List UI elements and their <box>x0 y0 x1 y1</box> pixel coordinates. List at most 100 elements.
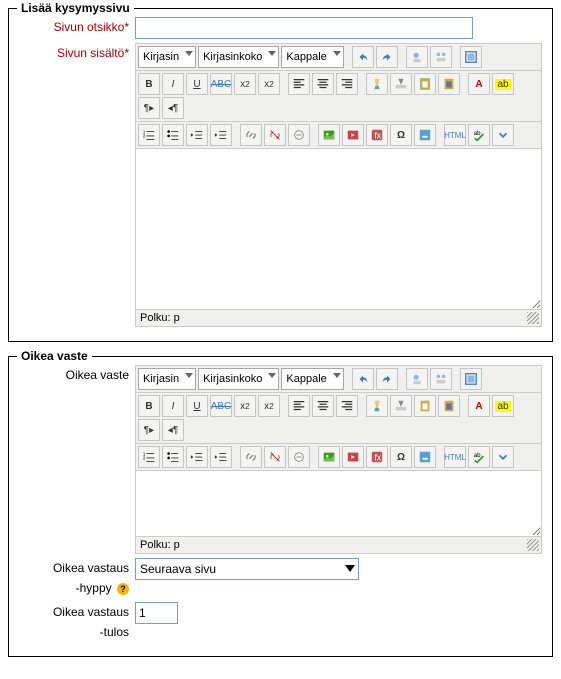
ordered-list-icon[interactable]: 12 <box>138 446 160 468</box>
font-family-select-2[interactable]: Kirjasin <box>138 368 196 390</box>
nbsp-icon[interactable] <box>414 446 436 468</box>
unlink-icon[interactable] <box>264 446 286 468</box>
bold-icon[interactable]: B <box>138 395 160 417</box>
label-score: Oikea vastaus -tulos <box>19 602 135 642</box>
more-icon[interactable] <box>492 446 514 468</box>
remove-format-icon[interactable] <box>390 395 412 417</box>
find-icon[interactable] <box>406 368 428 390</box>
paste-word-icon[interactable] <box>438 73 460 95</box>
indent-icon[interactable] <box>210 446 232 468</box>
align-right-icon[interactable] <box>336 73 358 95</box>
redo-icon[interactable] <box>376 368 398 390</box>
unlink-icon[interactable] <box>264 124 286 146</box>
help-icon[interactable]: ? <box>117 583 129 595</box>
outdent-icon[interactable] <box>186 124 208 146</box>
font-family-select[interactable]: Kirjasin <box>138 46 196 68</box>
rtl-icon[interactable]: ◂¶ <box>162 419 184 441</box>
replace-icon[interactable] <box>430 368 452 390</box>
paragraph-select-2[interactable]: Kappale <box>281 368 343 390</box>
cleanup-icon[interactable] <box>366 73 388 95</box>
score-input[interactable] <box>135 602 178 624</box>
equation-icon[interactable]: fx <box>366 124 388 146</box>
html-icon[interactable]: HTML <box>444 446 466 468</box>
image-icon[interactable] <box>318 446 340 468</box>
superscript-icon[interactable]: x2 <box>258 395 280 417</box>
autolink-icon[interactable] <box>288 446 310 468</box>
text-color-icon[interactable]: A <box>468 73 490 95</box>
nbsp-icon[interactable] <box>414 124 436 146</box>
italic-icon[interactable]: I <box>162 73 184 95</box>
char-icon[interactable]: Ω <box>390 446 412 468</box>
paragraph-select[interactable]: Kappale <box>281 46 343 68</box>
bold-icon[interactable]: B <box>138 73 160 95</box>
svg-text:fx: fx <box>374 131 381 141</box>
image-icon[interactable] <box>318 124 340 146</box>
paste-text-icon[interactable] <box>414 73 436 95</box>
toolbar-row3: 12 fx Ω HTML ab <box>135 121 542 148</box>
align-right-icon[interactable] <box>336 395 358 417</box>
undo-icon[interactable] <box>352 46 374 68</box>
align-center-icon[interactable] <box>312 73 334 95</box>
link-icon[interactable] <box>240 124 262 146</box>
content-editor-area[interactable] <box>135 148 542 310</box>
more-icon[interactable] <box>492 124 514 146</box>
superscript-icon[interactable]: x2 <box>258 73 280 95</box>
subscript-icon[interactable]: x2 <box>234 73 256 95</box>
response-editor-area[interactable] <box>135 470 542 537</box>
redo-icon[interactable] <box>376 46 398 68</box>
equation-icon[interactable]: fx <box>366 446 388 468</box>
text-color-icon[interactable]: A <box>468 395 490 417</box>
outdent-icon[interactable] <box>186 446 208 468</box>
unordered-list-icon[interactable] <box>162 124 184 146</box>
editor-response: Kirjasin Kirjasinkoko Kappale B I U ABC … <box>135 365 542 554</box>
ordered-list-icon[interactable]: 12 <box>138 124 160 146</box>
spell-icon[interactable]: ab <box>468 446 490 468</box>
jump-select[interactable]: Seuraava sivu <box>135 558 359 580</box>
media-icon[interactable] <box>342 446 364 468</box>
bg-color-icon[interactable]: ab <box>492 395 514 417</box>
fullscreen-icon[interactable] <box>460 368 482 390</box>
ltr-icon[interactable]: ¶▸ <box>138 97 160 119</box>
underline-icon[interactable]: U <box>186 395 208 417</box>
svg-text:ab: ab <box>474 452 481 459</box>
resize-grip-icon[interactable] <box>527 539 539 551</box>
link-icon[interactable] <box>240 446 262 468</box>
remove-format-icon[interactable] <box>390 73 412 95</box>
unordered-list-icon[interactable] <box>162 446 184 468</box>
subscript-icon[interactable]: x2 <box>234 395 256 417</box>
html-icon[interactable]: HTML <box>444 124 466 146</box>
toolbar-row1: Kirjasin Kirjasinkoko Kappale <box>135 43 542 70</box>
underline-icon[interactable]: U <box>186 73 208 95</box>
resize-grip-icon[interactable] <box>527 312 539 324</box>
input-page-title[interactable] <box>135 17 473 39</box>
fullscreen-icon[interactable] <box>460 46 482 68</box>
label-response: Oikea vaste <box>19 365 135 385</box>
media-icon[interactable] <box>342 124 364 146</box>
autolink-icon[interactable] <box>288 124 310 146</box>
replace-icon[interactable] <box>430 46 452 68</box>
rtl-icon[interactable]: ◂¶ <box>162 97 184 119</box>
editor-page-content: Kirjasin Kirjasinkoko Kappale B I U ABC … <box>135 43 542 327</box>
cleanup-icon[interactable] <box>366 395 388 417</box>
font-size-select-2[interactable]: Kirjasinkoko <box>198 368 279 390</box>
paste-text-icon[interactable] <box>414 395 436 417</box>
char-icon[interactable]: Ω <box>390 124 412 146</box>
legend-correct-response: Oikea vaste <box>17 349 92 363</box>
font-size-select[interactable]: Kirjasinkoko <box>198 46 279 68</box>
legend-add-question: Lisää kysymyssivu <box>17 1 134 15</box>
italic-icon[interactable]: I <box>162 395 184 417</box>
label-jump: Oikea vastaus -hyppy ? <box>19 558 135 598</box>
bg-color-icon[interactable]: ab <box>492 73 514 95</box>
ltr-icon[interactable]: ¶▸ <box>138 419 160 441</box>
label-page-content: Sivun sisältö* <box>19 43 135 63</box>
strike-icon[interactable]: ABC <box>210 73 232 95</box>
strike-icon[interactable]: ABC <box>210 395 232 417</box>
align-left-icon[interactable] <box>288 73 310 95</box>
paste-word-icon[interactable] <box>438 395 460 417</box>
spell-icon[interactable]: ab <box>468 124 490 146</box>
undo-icon[interactable] <box>352 368 374 390</box>
find-icon[interactable] <box>406 46 428 68</box>
align-center-icon[interactable] <box>312 395 334 417</box>
indent-icon[interactable] <box>210 124 232 146</box>
align-left-icon[interactable] <box>288 395 310 417</box>
